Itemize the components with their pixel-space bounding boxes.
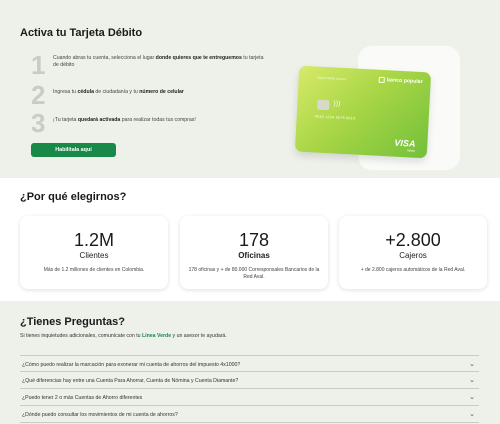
chevron-down-icon: ⌄ xyxy=(469,377,475,384)
debit-card-image: Tarjeta Débito Llanero banco popular )))… xyxy=(294,65,432,159)
stat-label: Oficinas xyxy=(238,251,270,260)
stat-value: 1.2M xyxy=(73,230,115,250)
faq-item[interactable]: ¿Cómo puedo realizar la marcación para e… xyxy=(20,355,479,372)
bank-logo: banco popular xyxy=(378,76,423,85)
why-title: ¿Por qué elegirnos? xyxy=(20,191,127,203)
step-3: 3 ¡Tu tarjeta quedará activada para real… xyxy=(31,110,271,136)
card-caption: Tarjeta Débito Llanero xyxy=(316,75,347,82)
visa-logo: VISA xyxy=(394,137,416,149)
faq-question: ¿Cómo puedo realizar la marcación para e… xyxy=(22,362,241,368)
card-number: 4018 1234 5678 9010 xyxy=(314,114,356,121)
faq-title: ¿Tienes Preguntas? xyxy=(20,316,125,328)
stat-value: 178 xyxy=(238,230,270,250)
activate-card-button[interactable]: Habilítala aquí xyxy=(31,143,116,157)
linea-verde-link[interactable]: Línea Verde xyxy=(142,333,171,339)
stat-value: +2.800 xyxy=(385,230,441,250)
chevron-down-icon: ⌄ xyxy=(469,394,475,401)
step-2: 2 Ingresa tu cédula de ciudadanía y tu n… xyxy=(31,82,271,108)
stat-description: + de 2.800 cajeros automáticos de la Red… xyxy=(360,267,466,273)
faq-subtitle: Si tienes inquietudes adicionales, comun… xyxy=(20,333,227,339)
visa-sub-label: Débito xyxy=(406,148,416,153)
chevron-down-icon: ⌄ xyxy=(469,411,475,418)
stat-card-clientes: 1.2M Clientes Más de 1.2 millones de cli… xyxy=(20,216,168,289)
stat-card-cajeros: +2.800 Cajeros + de 2.800 cajeros automá… xyxy=(339,216,487,289)
chip-icon xyxy=(317,99,330,111)
step-number: 3 xyxy=(31,108,46,138)
chevron-down-icon: ⌄ xyxy=(469,361,475,368)
faq-question: ¿Dónde puedo consultar los movimientos d… xyxy=(22,412,178,418)
stat-card-oficinas: 178 Oficinas 178 oficinas y + de 80.000 … xyxy=(180,216,328,289)
faq-item[interactable]: ¿Dónde puedo consultar los movimientos d… xyxy=(20,406,479,423)
stat-label: Clientes xyxy=(79,251,109,260)
hero-title: Activa tu Tarjeta Débito xyxy=(20,27,143,39)
stat-description: 178 oficinas y + de 80.000 Corresponsale… xyxy=(188,267,320,280)
step-text: Ingresa tu cédula de ciudadanía y tu núm… xyxy=(53,89,184,95)
step-number: 1 xyxy=(31,50,46,80)
faq-item[interactable]: ¿Puedo tener 2 o más Cuentas de Ahorro d… xyxy=(20,389,479,406)
stat-description: Más de 1.2 millones de clientes en Colom… xyxy=(43,267,145,273)
step-text: ¡Tu tarjeta quedará activada para realiz… xyxy=(53,117,196,123)
faq-question: ¿Qué diferencias hay entre una Cuenta Pa… xyxy=(22,378,239,384)
contactless-icon: ))) xyxy=(333,100,341,108)
stat-label: Cajeros xyxy=(399,251,427,260)
bank-logo-icon xyxy=(378,76,386,84)
step-1: 1 Cuando abras tu cuenta, selecciona el … xyxy=(31,52,271,78)
faq-item[interactable]: ¿Qué diferencias hay entre una Cuenta Pa… xyxy=(20,372,479,389)
step-number: 2 xyxy=(31,80,46,110)
faq-question: ¿Puedo tener 2 o más Cuentas de Ahorro d… xyxy=(22,395,143,401)
step-text: Cuando abras tu cuenta, selecciona el lu… xyxy=(53,55,264,69)
